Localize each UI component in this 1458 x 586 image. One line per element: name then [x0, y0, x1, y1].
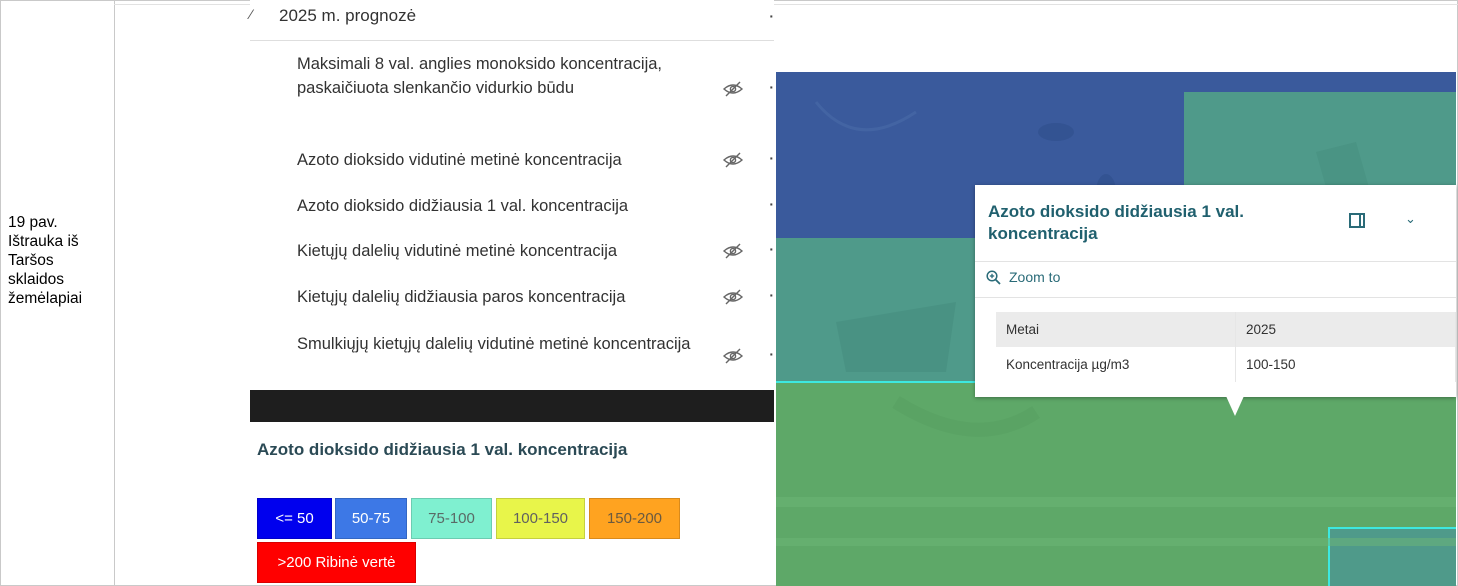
attribute-field: Koncentracija µg/m3: [996, 347, 1236, 382]
legend-swatch: <= 50: [257, 498, 332, 539]
more-options-icon[interactable]: ·: [769, 79, 774, 95]
attribute-field: Metai: [996, 312, 1236, 347]
layer-group-title[interactable]: 2025 m. prognozė: [279, 6, 416, 26]
chevron-down-icon[interactable]: ⌄: [1405, 211, 1416, 227]
zoom-to-button[interactable]: Zoom to: [986, 269, 1060, 285]
legend-swatch: 100-150: [496, 498, 585, 539]
figure-caption: 19 pav. Ištrauka iš Taršos sklaidos žemė…: [8, 213, 112, 308]
zoom-to-label: Zoom to: [1009, 269, 1061, 285]
popup-pointer: [1226, 396, 1244, 416]
more-options-icon[interactable]: ·: [769, 287, 774, 303]
more-options-icon[interactable]: ·: [769, 8, 774, 24]
caption-line: sklaidos: [8, 271, 64, 288]
popup-divider: [975, 297, 1456, 298]
popup-title: Azoto dioksido didžiausia 1 val. koncent…: [988, 202, 1244, 243]
caption-line: Ištrauka iš: [8, 233, 79, 250]
legend-swatch: 50-75: [335, 498, 407, 539]
table-row: Koncentracija µg/m3 100-150: [996, 347, 1456, 382]
chevron-expanded-icon[interactable]: ⁄: [250, 6, 252, 22]
more-options-icon[interactable]: ·: [769, 241, 774, 257]
eye-hidden-icon[interactable]: [722, 287, 744, 307]
eye-hidden-icon[interactable]: [722, 346, 744, 366]
attribute-table: Metai 2025 Koncentracija µg/m3 100-150: [996, 312, 1456, 382]
layer-item-no2-1h[interactable]: Azoto dioksido didžiausia 1 val. koncent…: [297, 194, 707, 218]
eye-hidden-icon[interactable]: [722, 241, 744, 261]
layer-group-row[interactable]: ⁄ 2025 m. prognozė ·: [250, 0, 774, 41]
legend-swatch: 75-100: [411, 498, 492, 539]
layer-item-no2-annual[interactable]: Azoto dioksido vidutinė metinė koncentra…: [297, 148, 707, 172]
more-options-icon[interactable]: ·: [769, 196, 774, 212]
caption-line: 19 pav.: [8, 214, 58, 231]
layer-item-co-8h[interactable]: Maksimali 8 val. anglies monoksido konce…: [297, 52, 707, 100]
caption-line: Taršos: [8, 252, 54, 269]
legend-swatch: 150-200: [589, 498, 680, 539]
legend-label: 75-100: [428, 510, 475, 527]
legend-label: >200 Ribinė vertė: [277, 554, 396, 571]
attribute-value: 2025: [1235, 312, 1456, 347]
layer-list-panel: ⁄ 2025 m. prognozė · Maksimali 8 val. an…: [250, 0, 774, 390]
legend-label: 50-75: [351, 510, 391, 527]
legend-title: Azoto dioksido didžiausia 1 val. koncent…: [257, 440, 628, 459]
layer-item-pm25-annual[interactable]: Smulkiųjų kietųjų dalelių vidutinė metin…: [297, 332, 707, 356]
caption-column: 19 pav. Ištrauka iš Taršos sklaidos žemė…: [0, 0, 115, 586]
more-options-icon[interactable]: ·: [769, 150, 774, 166]
layer-item-pm-daily[interactable]: Kietųjų dalelių didžiausia paros koncent…: [297, 285, 707, 309]
feature-popup: Azoto dioksido didžiausia 1 val. koncent…: [975, 185, 1456, 397]
legend-swatch: >200 Ribinė vertė: [257, 542, 416, 583]
eye-hidden-icon[interactable]: [722, 79, 744, 99]
zoom-in-icon: [986, 269, 1001, 285]
panel-footer-bar: [250, 390, 774, 422]
table-row: Metai 2025: [996, 312, 1456, 347]
legend-label: <= 50: [275, 510, 314, 527]
dock-icon[interactable]: [1349, 213, 1365, 228]
eye-hidden-icon[interactable]: [722, 150, 744, 170]
layer-item-pm-annual[interactable]: Kietųjų dalelių vidutinė metinė koncentr…: [297, 239, 707, 263]
more-options-icon[interactable]: ·: [769, 346, 774, 362]
popup-divider: [975, 261, 1456, 262]
caption-line: žemėlapiai: [8, 290, 83, 307]
attribute-value: 100-150: [1235, 347, 1456, 382]
legend-label: 150-200: [606, 510, 663, 527]
legend-label: 100-150: [512, 510, 569, 527]
